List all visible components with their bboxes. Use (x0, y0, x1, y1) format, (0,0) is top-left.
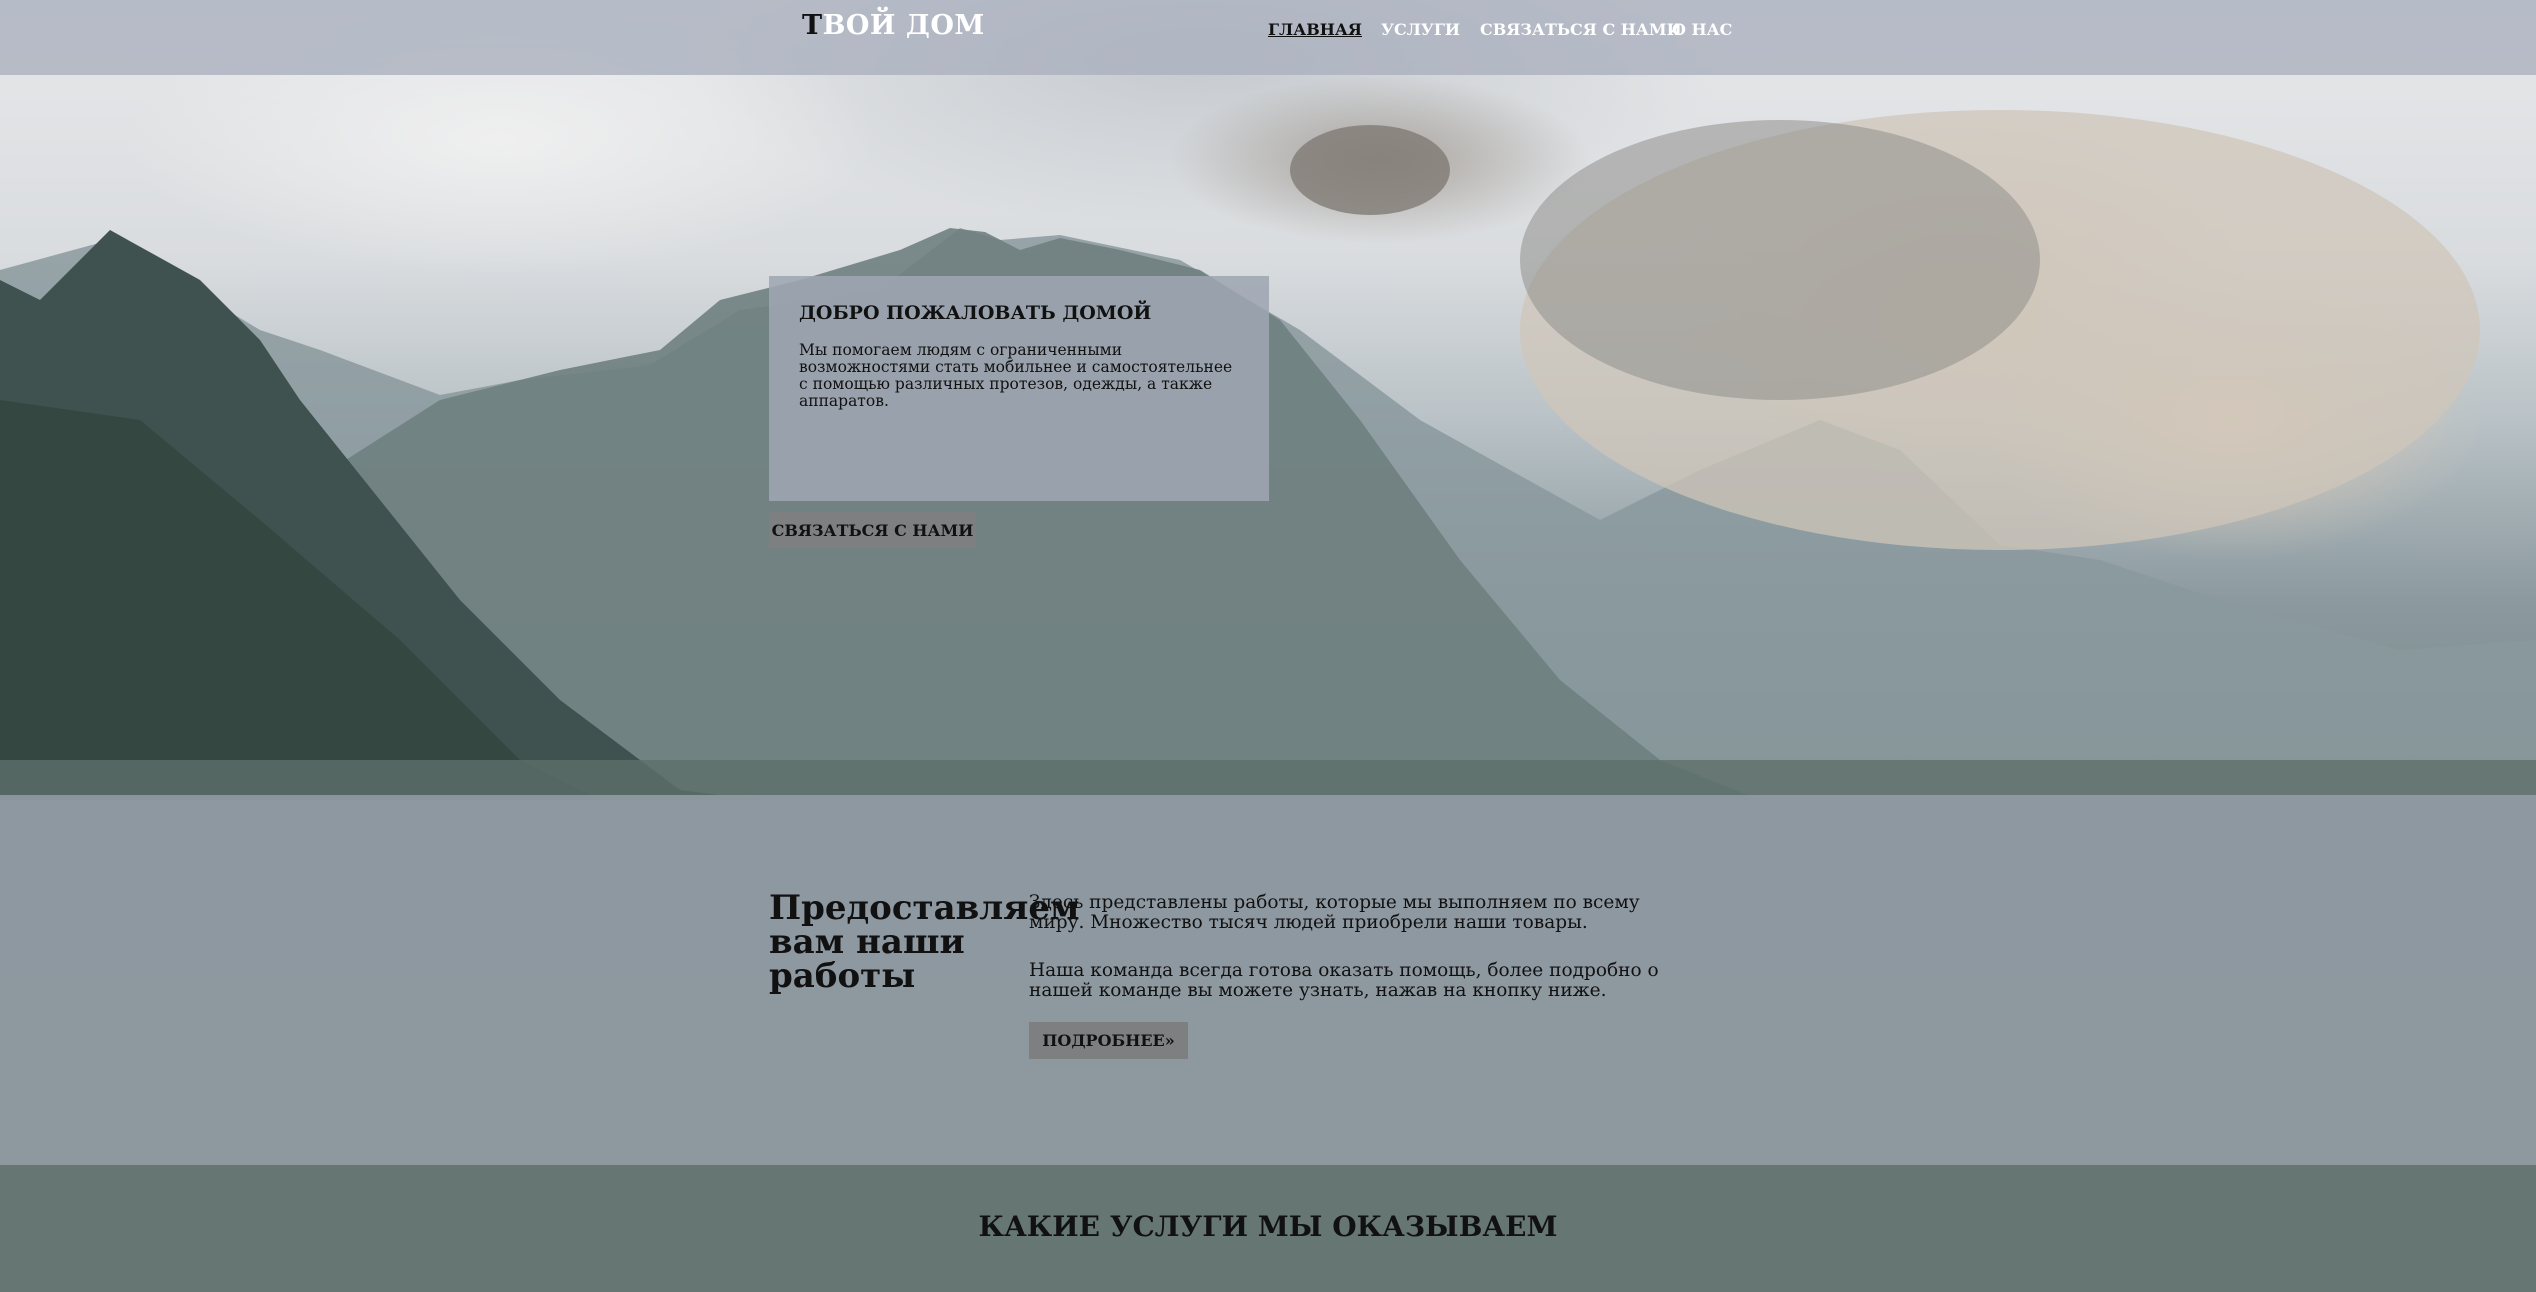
cloud-right-top (1520, 120, 2040, 400)
nav-link-contact[interactable]: СВЯЗАТЬСЯ С НАМИ (1480, 20, 1682, 39)
nav-link-home[interactable]: ГЛАВНАЯ (1268, 20, 1362, 39)
contact-us-button[interactable]: СВЯЗАТЬСЯ С НАМИ (769, 512, 976, 548)
more-details-button[interactable]: ПОДРОБНЕЕ» (1029, 1022, 1188, 1059)
works-paragraph-1: Здесь представлены работы, которые мы вы… (1029, 892, 1640, 933)
cloud-small (1290, 125, 1450, 215)
welcome-text: Мы помогаем людям с ограниченными возмож… (799, 341, 1233, 410)
top-navigation-bar: ТВОЙ ДОМ ГЛАВНАЯ УСЛУГИ СВЯЗАТЬСЯ С НАМИ… (0, 0, 2536, 75)
nav-link-services[interactable]: УСЛУГИ (1381, 20, 1460, 39)
welcome-title: ДОБРО ПОЖАЛОВАТЬ ДОМОЙ (799, 302, 1152, 324)
services-title: КАКИЕ УСЛУГИ МЫ ОКАЗЫВАЕМ (978, 1210, 1558, 1243)
nav-link-about[interactable]: О НАС (1672, 20, 1732, 39)
main-nav: ГЛАВНАЯ УСЛУГИ СВЯЗАТЬСЯ С НАМИ О НАС (0, 20, 2536, 44)
works-paragraph-2: Наша команда всегда готова оказать помощ… (1029, 960, 1659, 1001)
works-heading: Предоставляем вам наши работы (769, 888, 1080, 996)
welcome-card: ДОБРО ПОЖАЛОВАТЬ ДОМОЙ Мы помогаем людям… (769, 276, 1269, 501)
